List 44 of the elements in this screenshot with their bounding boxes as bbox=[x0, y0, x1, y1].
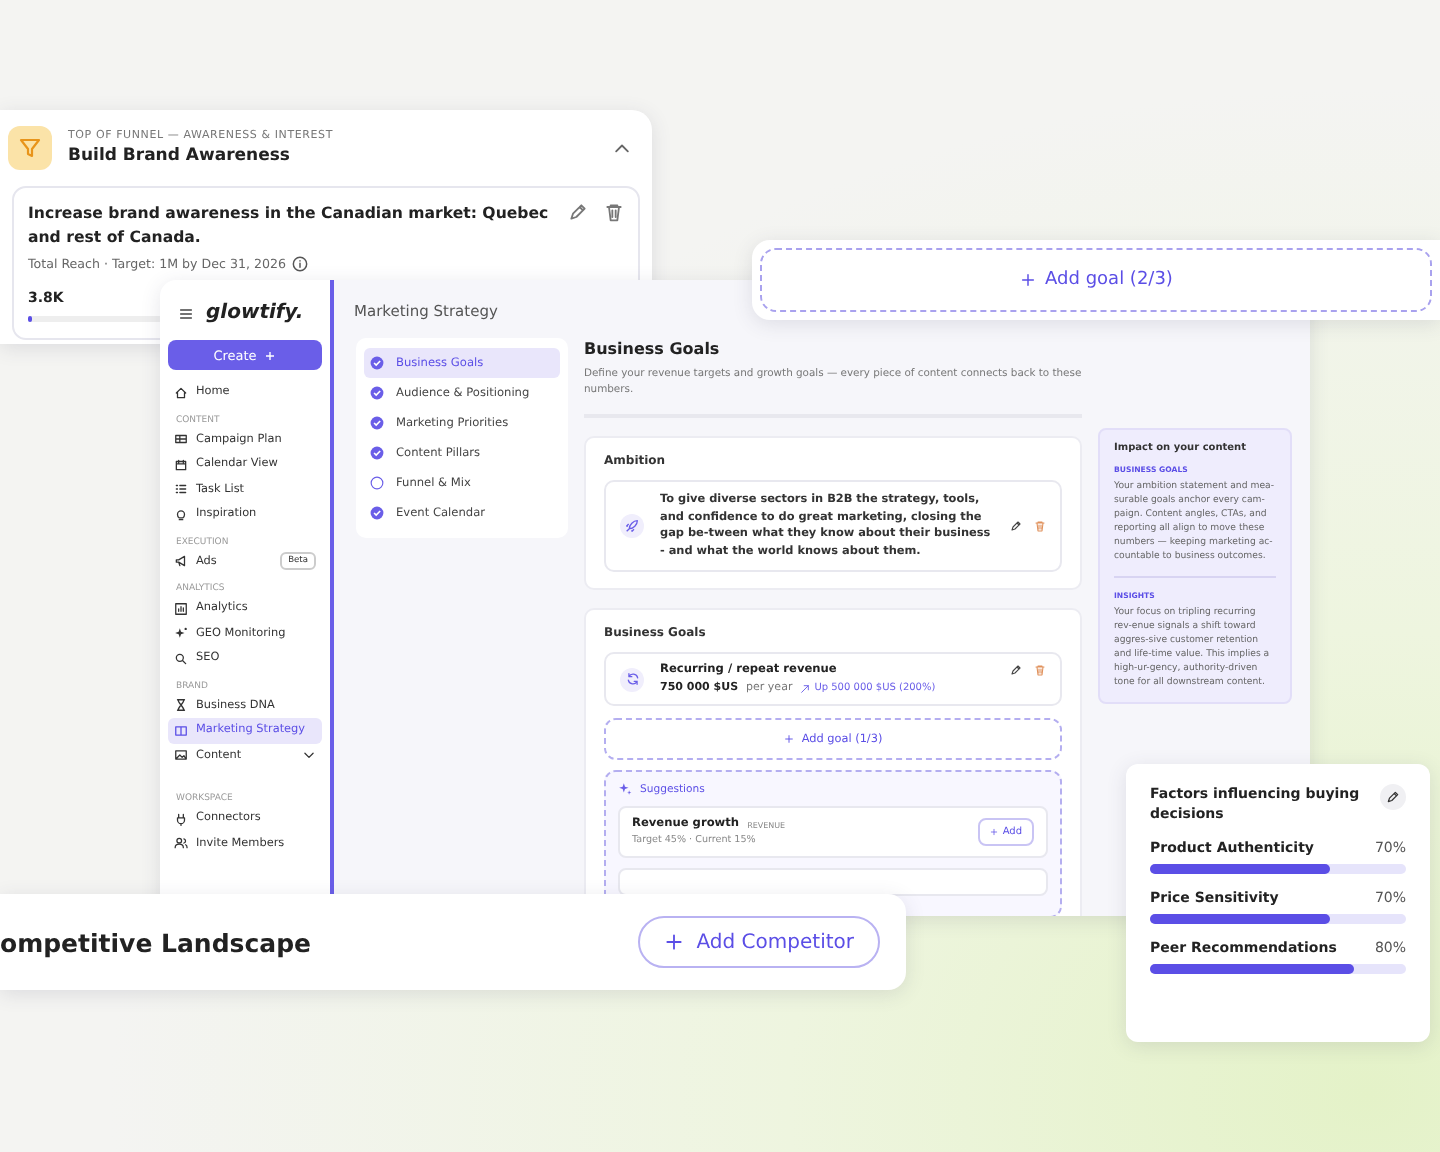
chevron-down-icon[interactable] bbox=[302, 748, 316, 763]
people-icon bbox=[174, 836, 188, 851]
plug-icon bbox=[174, 811, 188, 826]
empty-circle-icon bbox=[370, 476, 384, 490]
add-goal-button[interactable]: Add goal (2/3) bbox=[760, 248, 1432, 312]
plus-icon bbox=[664, 932, 685, 952]
edit-icon[interactable] bbox=[1010, 520, 1022, 533]
sparkle-icon bbox=[174, 626, 188, 641]
chart-icon bbox=[174, 601, 188, 616]
plus-icon bbox=[264, 349, 277, 361]
list-icon bbox=[174, 482, 188, 497]
lightbulb-icon bbox=[174, 507, 188, 522]
calendar-icon bbox=[174, 457, 188, 472]
refresh-icon bbox=[625, 672, 639, 687]
plus-icon bbox=[783, 734, 794, 745]
brand-logo: glowtify. bbox=[206, 302, 304, 324]
edit-button[interactable] bbox=[1380, 784, 1406, 810]
table-icon bbox=[174, 432, 188, 447]
plus-icon bbox=[990, 828, 999, 837]
sparkle-icon bbox=[618, 782, 632, 797]
edit-icon[interactable] bbox=[568, 202, 588, 222]
check-circle-icon bbox=[370, 356, 384, 370]
image-icon bbox=[174, 748, 188, 763]
check-circle-icon bbox=[370, 416, 384, 430]
trash-icon[interactable] bbox=[604, 202, 624, 222]
search-icon bbox=[174, 651, 188, 666]
funnel-icon bbox=[18, 136, 42, 160]
pencil-icon bbox=[1386, 790, 1400, 804]
card-title: Build Brand Awareness bbox=[68, 146, 292, 166]
plus-icon bbox=[1019, 272, 1036, 288]
check-circle-icon bbox=[370, 506, 384, 520]
megaphone-icon bbox=[174, 554, 188, 569]
edit-icon[interactable] bbox=[1010, 664, 1022, 677]
book-icon bbox=[174, 723, 188, 738]
card-title: ompetitive Landscape bbox=[0, 927, 311, 957]
menu-icon[interactable] bbox=[178, 305, 194, 321]
check-circle-icon bbox=[370, 446, 384, 460]
check-circle-icon bbox=[370, 386, 384, 400]
trend-up-icon bbox=[800, 683, 811, 694]
info-icon[interactable] bbox=[292, 256, 308, 272]
home-icon bbox=[174, 385, 188, 400]
add-competitor-button[interactable]: Add Competitor bbox=[638, 916, 880, 968]
hourglass-icon bbox=[174, 698, 188, 713]
section-heading: Business Goals bbox=[584, 338, 722, 358]
